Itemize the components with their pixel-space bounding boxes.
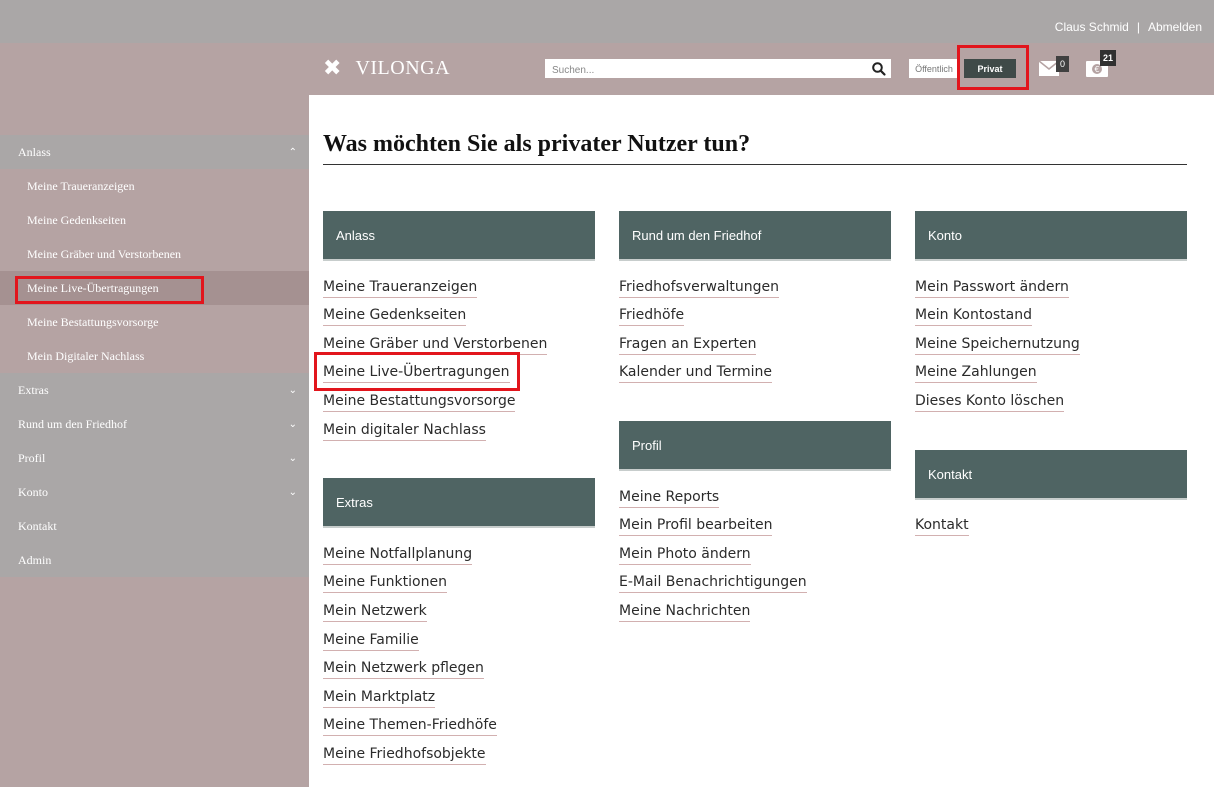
link-themen-friedhoefe[interactable]: Meine Themen-Friedhöfe	[323, 717, 497, 736]
link-friedhofsobjekte[interactable]: Meine Friedhofsobjekte	[323, 746, 486, 765]
highlight-box-main-live	[314, 352, 520, 391]
link-reports[interactable]: Meine Reports	[619, 489, 720, 508]
sidebar-section-admin[interactable]: Admin	[0, 543, 309, 577]
user-separator: |	[1136, 20, 1140, 34]
link-konto-loeschen[interactable]: Dieses Konto löschen	[915, 393, 1065, 412]
sidebar: Anlass ⌃ Meine Traueranzeigen Meine Gede…	[0, 135, 309, 577]
highlight-box-sidebar-live	[15, 276, 204, 304]
svg-text:€: €	[1094, 65, 1099, 74]
link-speichernutzung[interactable]: Meine Speichernutzung	[915, 336, 1080, 355]
sidebar-item-digitaler-nachlass[interactable]: Mein Digitaler Nachlass	[0, 339, 309, 373]
logo-text: VILONGA	[355, 56, 451, 79]
sidebar-section-label: Profil	[18, 450, 46, 465]
highlight-box-private	[957, 45, 1029, 90]
category-header-kontakt: Kontakt	[915, 450, 1187, 500]
logo-x-icon: ✖	[323, 55, 342, 81]
sidebar-section-label: Rund um den Friedhof	[18, 416, 127, 431]
sidebar-section-profil[interactable]: Profil ⌄	[0, 441, 309, 475]
search-icon[interactable]	[871, 60, 887, 77]
category-header-konto: Konto	[915, 211, 1187, 261]
link-photo-aendern[interactable]: Mein Photo ändern	[619, 546, 751, 565]
link-familie[interactable]: Meine Familie	[323, 632, 419, 651]
link-fragen-experten[interactable]: Fragen an Experten	[619, 336, 757, 355]
sidebar-item-graeber[interactable]: Meine Gräber und Verstorbenen	[0, 237, 309, 271]
sidebar-section-kontakt[interactable]: Kontakt	[0, 509, 309, 543]
money-count-badge: 21	[1100, 50, 1116, 66]
link-passwort-aendern[interactable]: Mein Passwort ändern	[915, 279, 1069, 298]
sidebar-section-anlass[interactable]: Anlass ⌃	[0, 135, 309, 169]
logout-link[interactable]: Abmelden	[1148, 20, 1202, 34]
chevron-up-icon: ⌃	[288, 146, 297, 158]
link-traueranzeigen[interactable]: Meine Traueranzeigen	[323, 279, 478, 298]
public-toggle[interactable]: Öffentlich	[909, 59, 959, 78]
link-notfallplanung[interactable]: Meine Notfallplanung	[323, 546, 473, 565]
sidebar-section-label: Anlass	[18, 144, 51, 159]
search-box	[545, 59, 891, 79]
category-header-friedhof: Rund um den Friedhof	[619, 211, 891, 261]
search-input[interactable]	[546, 62, 866, 79]
user-name-link[interactable]: Claus Schmid	[1055, 20, 1129, 34]
category-header-profil: Profil	[619, 421, 891, 471]
sidebar-section-label: Konto	[18, 484, 48, 499]
category-header-anlass: Anlass	[323, 211, 595, 261]
sidebar-section-label: Admin	[18, 552, 52, 567]
category-header-extras: Extras	[323, 478, 595, 528]
user-area: Claus Schmid | Abmelden	[1055, 20, 1202, 34]
mail-count-badge: 0	[1056, 56, 1069, 72]
link-kalender[interactable]: Kalender und Termine	[619, 364, 772, 383]
sidebar-section-label: Kontakt	[18, 518, 57, 533]
link-zahlungen[interactable]: Meine Zahlungen	[915, 364, 1037, 383]
site-logo[interactable]: ✖ VILONGA	[323, 55, 451, 81]
link-kontakt[interactable]: Kontakt	[915, 517, 969, 536]
sidebar-item-bestattungsvorsorge[interactable]: Meine Bestattungsvorsorge	[0, 305, 309, 339]
link-friedhofsverwaltungen[interactable]: Friedhofsverwaltungen	[619, 279, 780, 298]
link-profil-bearbeiten[interactable]: Mein Profil bearbeiten	[619, 517, 773, 536]
link-email-benachrichtigungen[interactable]: E-Mail Benachrichtigungen	[619, 574, 807, 593]
sidebar-section-friedhof[interactable]: Rund um den Friedhof ⌄	[0, 407, 309, 441]
link-bestattungsvorsorge[interactable]: Meine Bestattungsvorsorge	[323, 393, 516, 412]
chevron-down-icon: ⌄	[288, 486, 297, 498]
sidebar-section-konto[interactable]: Konto ⌄	[0, 475, 309, 509]
top-bar: Claus Schmid | Abmelden	[0, 0, 1214, 43]
link-kontostand[interactable]: Mein Kontostand	[915, 307, 1033, 326]
chevron-down-icon: ⌄	[288, 418, 297, 430]
link-netzwerk[interactable]: Mein Netzwerk	[323, 603, 427, 622]
link-digitaler-nachlass[interactable]: Mein digitaler Nachlass	[323, 422, 486, 441]
sidebar-item-traueranzeigen[interactable]: Meine Traueranzeigen	[0, 169, 309, 203]
chevron-down-icon: ⌄	[288, 452, 297, 464]
sidebar-section-extras[interactable]: Extras ⌄	[0, 373, 309, 407]
link-funktionen[interactable]: Meine Funktionen	[323, 574, 447, 593]
link-marktplatz[interactable]: Mein Marktplatz	[323, 689, 436, 708]
link-nachrichten[interactable]: Meine Nachrichten	[619, 603, 751, 622]
link-friedhoefe[interactable]: Friedhöfe	[619, 307, 685, 326]
sidebar-section-label: Extras	[18, 382, 49, 397]
chevron-down-icon: ⌄	[288, 384, 297, 396]
sidebar-item-gedenkseiten[interactable]: Meine Gedenkseiten	[0, 203, 309, 237]
link-gedenkseiten[interactable]: Meine Gedenkseiten	[323, 307, 467, 326]
page-title: Was möchten Sie als privater Nutzer tun?	[323, 131, 751, 157]
link-netzwerk-pflegen[interactable]: Mein Netzwerk pflegen	[323, 660, 484, 679]
title-divider	[323, 164, 1187, 165]
